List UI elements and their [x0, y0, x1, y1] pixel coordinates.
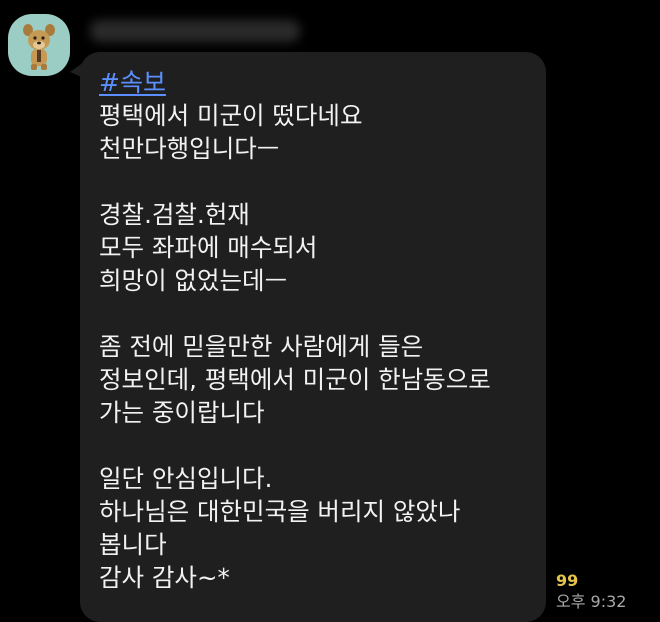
message-line: 감사 감사~* [99, 563, 230, 592]
message-line: 봅니다 [99, 530, 167, 559]
cartoon-animal-avatar-icon [23, 24, 55, 70]
message-line: 천만다행입니다ㅡ [99, 134, 280, 163]
message-line: 일단 안심입니다. [99, 464, 273, 493]
message-line: 희망이 없었는데ㅡ [99, 266, 288, 295]
message-line: 가는 중이랍니다 [99, 398, 265, 427]
unread-count: 99 [556, 571, 579, 590]
message-bubble[interactable]: #속보 평택에서 미군이 떴다네요천만다행입니다ㅡ 경찰.검찰.헌재모두 좌파에 … [80, 52, 546, 622]
sender-name-redacted [90, 20, 300, 42]
message-text: 평택에서 미군이 떴다네요천만다행입니다ㅡ 경찰.검찰.헌재모두 좌파에 매수되서… [99, 99, 546, 594]
message-timestamp: 오후 9:32 [556, 592, 627, 611]
hashtag-link[interactable]: #속보 [99, 66, 166, 99]
message-line: 경찰.검찰.헌재 [99, 200, 250, 229]
message-line: 모두 좌파에 매수되서 [99, 233, 318, 262]
sender-avatar[interactable] [8, 14, 70, 76]
message-line: 정보인데, 평택에서 미군이 한남동으로 [99, 365, 491, 394]
message-line: 좀 전에 믿을만한 사람에게 들은 [99, 332, 424, 361]
message-line: 평택에서 미군이 떴다네요 [99, 101, 363, 130]
message-line: 하나님은 대한민국을 버리지 않았나 [99, 497, 461, 526]
